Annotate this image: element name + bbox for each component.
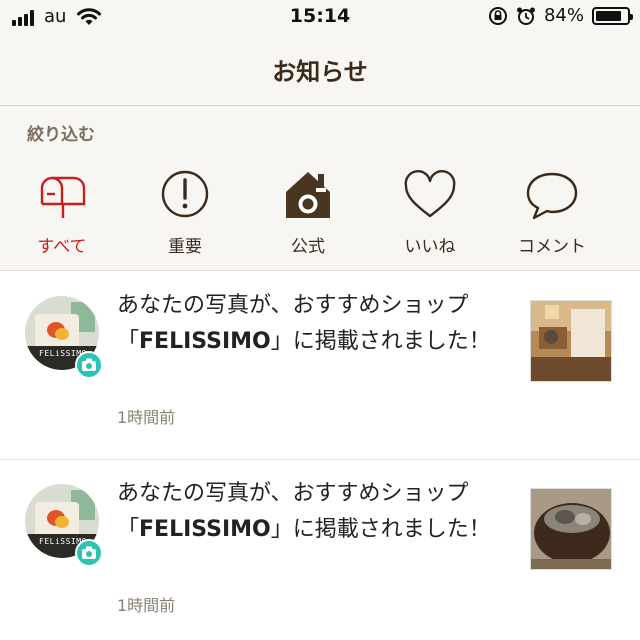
filter-tab-comments[interactable]: コメント <box>492 166 612 262</box>
avatar[interactable]: FELiSSIMO <box>25 296 103 379</box>
notification-time: 1時間前 <box>117 408 176 427</box>
notification-message: あなたの写真が、おすすめショップ「FELISSIMO」に掲載されました！ <box>117 476 512 548</box>
filter-tab-label: 公式 <box>291 237 325 257</box>
avatar[interactable]: FELiSSIMO <box>25 484 103 567</box>
filter-tab-label: すべて <box>37 237 87 257</box>
speech-bubble-icon <box>526 172 578 220</box>
alarm-icon <box>516 7 535 25</box>
notification-time: 1時間前 <box>117 596 176 615</box>
exclamation-icon <box>161 170 209 218</box>
battery-percent: 84% <box>543 5 584 26</box>
notification-item[interactable]: FELiSSIMO あなたの写真が、おすすめショップ「FELISSIMO」に掲載… <box>0 272 640 460</box>
camera-badge-icon <box>75 351 103 379</box>
notification-message: あなたの写真が、おすすめショップ「FELISSIMO」に掲載されました！ <box>117 288 512 360</box>
camera-badge-icon <box>75 539 103 567</box>
filter-tab-label: 重要 <box>168 237 202 257</box>
filter-tab-label: いいね <box>404 237 456 257</box>
filter-heading: 絞り込む <box>27 125 95 145</box>
status-right: 84% <box>488 5 633 26</box>
filter-section: 絞り込む すべて 重要 公式 いいね コメント <box>0 106 640 271</box>
mailbox-icon <box>40 176 86 218</box>
filter-tab-official[interactable]: 公式 <box>248 166 368 262</box>
filter-tab-label: コメント <box>518 237 586 257</box>
rotation-lock-icon <box>488 6 507 25</box>
status-bar: au 15:14 84% <box>0 0 640 34</box>
filter-tabs: すべて 重要 公式 いいね コメント <box>0 166 640 262</box>
shop-name[interactable]: FELISSIMO <box>139 517 271 542</box>
heart-icon <box>404 170 456 218</box>
photo-thumbnail[interactable] <box>530 488 612 570</box>
battery-icon <box>592 6 633 25</box>
filter-tab-all[interactable]: すべて <box>2 166 122 262</box>
house-camera-icon <box>286 172 330 218</box>
shop-name[interactable]: FELISSIMO <box>139 329 271 354</box>
filter-tab-important[interactable]: 重要 <box>125 166 245 262</box>
nav-bar: お知らせ <box>0 34 640 106</box>
notification-item[interactable]: FELiSSIMO あなたの写真が、おすすめショップ「FELISSIMO」に掲載… <box>0 460 640 640</box>
photo-thumbnail[interactable] <box>530 300 612 382</box>
filter-tab-likes[interactable]: いいね <box>370 166 490 262</box>
message-suffix: 」に掲載されました！ <box>270 517 491 542</box>
message-suffix: 」に掲載されました！ <box>270 329 491 354</box>
page-title: お知らせ <box>272 58 368 86</box>
